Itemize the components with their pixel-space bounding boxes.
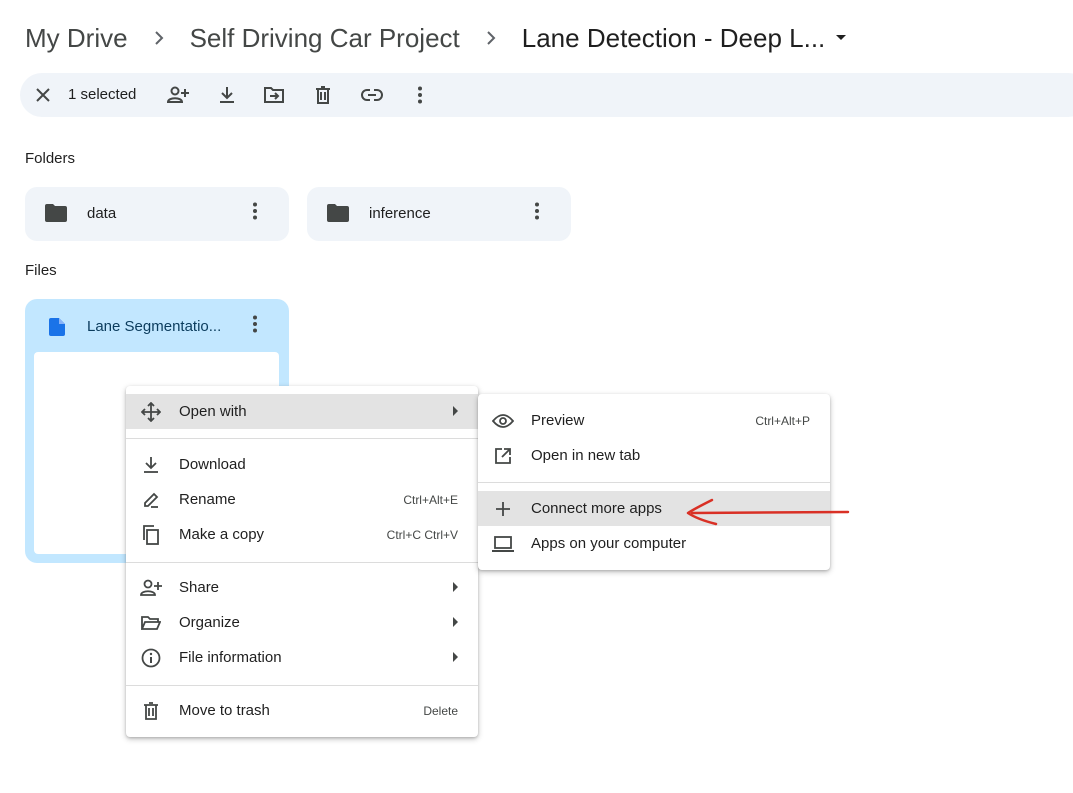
close-icon[interactable] (31, 83, 55, 107)
folder-icon (327, 204, 349, 222)
doc-icon (49, 318, 65, 336)
menu-item-rename[interactable]: Rename Ctrl+Alt+E (126, 482, 478, 517)
menu-divider (478, 482, 830, 483)
breadcrumb-current-folder[interactable]: Lane Detection - Deep L... (522, 23, 826, 54)
selected-count: 1 selected (68, 86, 137, 103)
folder-name: inference (369, 205, 431, 222)
menu-item-download[interactable]: Download (126, 447, 478, 482)
more-vert-icon[interactable] (252, 315, 258, 333)
copy-icon (140, 524, 162, 546)
folder-name: data (87, 205, 117, 222)
chevron-right-icon (460, 31, 522, 45)
share-icon[interactable] (166, 83, 190, 107)
menu-divider (126, 438, 478, 439)
menu-divider (126, 685, 478, 686)
menu-item-label: Apps on your computer (531, 535, 687, 552)
folders-heading: Folders (25, 150, 76, 167)
menu-item-label: Organize (179, 614, 240, 631)
submenu-arrow-icon (452, 652, 459, 662)
menu-item-shortcut: Ctrl+C Ctrl+V (386, 528, 458, 542)
menu-item-move-to-trash[interactable]: Move to trash Delete (126, 693, 478, 728)
breadcrumb-project[interactable]: Self Driving Car Project (190, 23, 460, 54)
download-icon[interactable] (215, 83, 239, 107)
file-name: Lane Segmentatio... (87, 318, 222, 335)
menu-item-organize[interactable]: Organize (126, 605, 478, 640)
annotation-arrow-icon (680, 495, 852, 531)
files-heading: Files (25, 262, 57, 279)
share-icon (140, 577, 162, 599)
menu-item-shortcut: Ctrl+Alt+E (403, 493, 458, 507)
caret-down-icon[interactable] (835, 34, 847, 42)
more-vert-icon[interactable] (408, 83, 432, 107)
pencil-icon (140, 489, 162, 511)
open-in-new-icon (492, 445, 514, 467)
info-icon (140, 647, 162, 669)
menu-item-share[interactable]: Share (126, 570, 478, 605)
folder-icon (45, 204, 67, 222)
submenu-arrow-icon (452, 617, 459, 627)
plus-icon (492, 498, 514, 520)
laptop-icon (492, 533, 514, 555)
trash-icon[interactable] (311, 83, 335, 107)
download-icon (140, 454, 162, 476)
menu-item-label: Move to trash (179, 702, 270, 719)
trash-icon (140, 700, 162, 722)
menu-item-shortcut: Delete (423, 704, 458, 718)
move-icon[interactable] (262, 83, 286, 107)
context-menu: Open with Download Rename Ctrl+Alt+E Mak… (126, 386, 478, 737)
menu-item-label: Open with (179, 403, 247, 420)
menu-item-shortcut: Ctrl+Alt+P (755, 414, 810, 428)
link-icon[interactable] (360, 83, 384, 107)
menu-item-label: Open in new tab (531, 447, 641, 464)
open-with-icon (140, 401, 162, 423)
submenu-item-apps-on-computer[interactable]: Apps on your computer (478, 526, 830, 561)
submenu-arrow-icon (452, 406, 459, 416)
chevron-right-icon (128, 31, 190, 45)
submenu-item-open-new-tab[interactable]: Open in new tab (478, 438, 830, 473)
menu-divider (126, 562, 478, 563)
more-vert-icon[interactable] (534, 202, 540, 220)
folder-card-inference[interactable]: inference (307, 187, 571, 241)
more-vert-icon[interactable] (252, 202, 258, 220)
eye-icon (492, 410, 514, 432)
selection-action-bar: 1 selected (20, 73, 1073, 117)
folder-open-icon (140, 612, 162, 634)
menu-item-file-information[interactable]: File information (126, 640, 478, 675)
menu-item-label: Preview (531, 412, 585, 429)
menu-item-label: Download (179, 456, 246, 473)
menu-item-label: Share (179, 579, 220, 596)
breadcrumb-my-drive[interactable]: My Drive (25, 23, 128, 54)
folder-card-data[interactable]: data (25, 187, 289, 241)
menu-item-make-copy[interactable]: Make a copy Ctrl+C Ctrl+V (126, 517, 478, 552)
submenu-item-preview[interactable]: Preview Ctrl+Alt+P (478, 403, 830, 438)
menu-item-label: Connect more apps (531, 500, 662, 517)
menu-item-open-with[interactable]: Open with (126, 394, 478, 429)
menu-item-label: Rename (179, 491, 236, 508)
breadcrumb: My Drive Self Driving Car Project Lane D… (25, 18, 847, 58)
menu-item-label: Make a copy (179, 526, 265, 543)
menu-item-label: File information (179, 649, 282, 666)
submenu-arrow-icon (452, 582, 459, 592)
open-with-submenu: Preview Ctrl+Alt+P Open in new tab Conne… (478, 394, 830, 570)
